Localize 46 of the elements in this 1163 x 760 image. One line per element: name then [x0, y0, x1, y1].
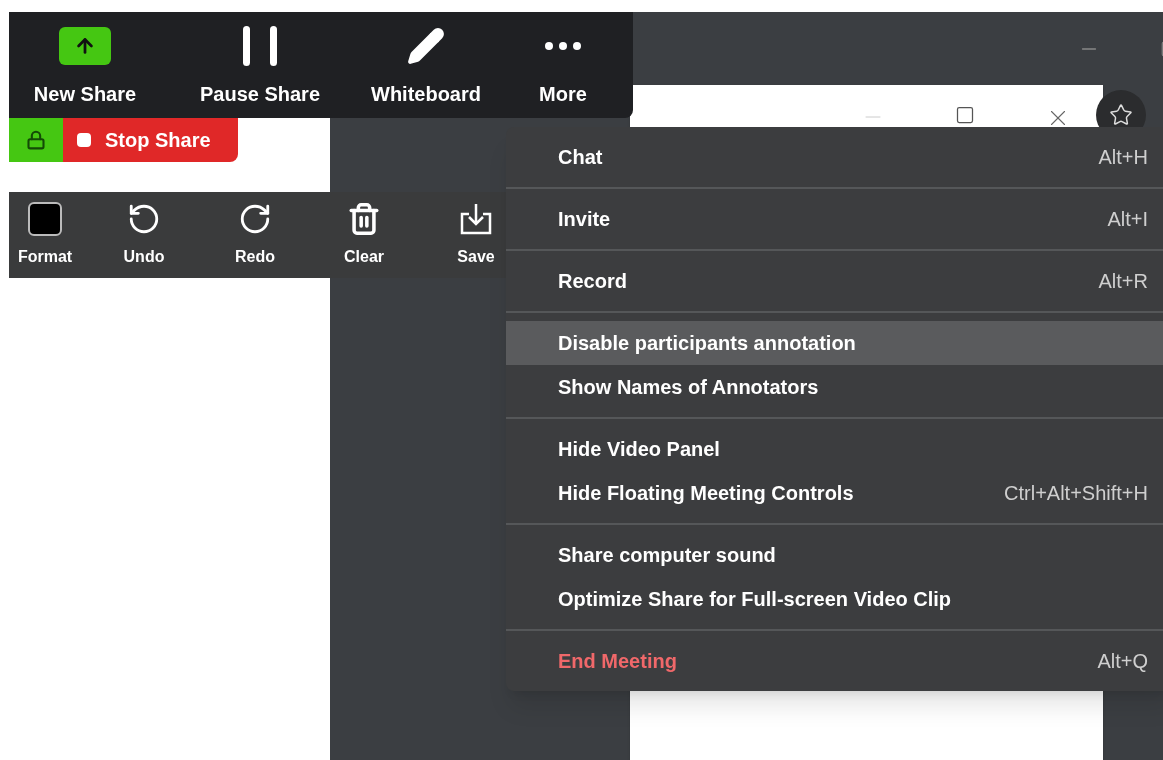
menu-item[interactable]: Optimize Share for Full-screen Video Clip: [506, 577, 1163, 621]
shortcut-text: Alt+Q: [1097, 649, 1148, 674]
pencil-icon: [406, 26, 446, 66]
more-icon: [544, 41, 582, 51]
menu-item-label: Optimize Share for Full-screen Video Clip: [558, 587, 952, 612]
menu-item[interactable]: Disable participants annotation: [506, 321, 1163, 365]
menu-item[interactable]: End Meeting Alt+Q: [506, 639, 1163, 683]
annotation-tool[interactable]: Clear: [303, 192, 425, 278]
toolbar-button[interactable]: Pause Share: [161, 12, 359, 118]
menu-item-label: Invite: [558, 207, 611, 232]
menu-item-label: Show Names of Annotators: [558, 375, 819, 400]
toolbar-button[interactable]: Whiteboard: [359, 12, 493, 118]
menu-item[interactable]: Hide Video Panel: [506, 427, 1163, 471]
menu-item-label: Chat: [558, 145, 603, 170]
menu-item[interactable]: Invite Alt+I: [506, 197, 1163, 241]
shortcut-text: Alt+H: [1098, 145, 1148, 170]
menu-item-label: Share computer sound: [558, 543, 776, 568]
annotation-tool[interactable]: Undo: [81, 192, 207, 278]
maximize-icon[interactable]: [955, 105, 975, 125]
menu-item[interactable]: Show Names of Annotators: [506, 365, 1163, 409]
stop-icon: [77, 133, 91, 147]
redo-icon: [238, 202, 272, 236]
menu-item[interactable]: Record Alt+R: [506, 259, 1163, 303]
annotation-tool[interactable]: Format: [9, 192, 81, 278]
shortcut-text: Alt+R: [1098, 269, 1148, 294]
menu-item[interactable]: Chat Alt+H: [506, 135, 1163, 179]
lock-icon: [26, 130, 46, 150]
trash-icon: [347, 202, 381, 236]
menu-item[interactable]: Share computer sound: [506, 533, 1163, 577]
shortcut-text: Alt+I: [1107, 207, 1148, 232]
annotation-tool[interactable]: Redo: [207, 192, 303, 278]
menu-item-label: End Meeting: [558, 649, 677, 674]
toolbar-button[interactable]: New Share: [9, 12, 161, 118]
star-icon[interactable]: [1109, 103, 1133, 127]
undo-icon: [127, 202, 161, 236]
stop-share-button[interactable]: Stop Share: [63, 118, 238, 162]
menu-item-label: Hide Video Panel: [558, 437, 720, 462]
menu-item-label: Hide Floating Meeting Controls: [558, 481, 854, 506]
menu-item-label: Record: [558, 269, 627, 294]
shortcut-text: Ctrl+Alt+Shift+H: [1004, 481, 1148, 506]
pause-icon: [241, 26, 279, 66]
menu-item[interactable]: Hide Floating Meeting Controls Ctrl+Alt+Shift+H: [506, 471, 1163, 515]
color-swatch-icon: [28, 202, 62, 236]
toolbar-button[interactable]: More: [493, 12, 633, 118]
save-icon: [459, 202, 493, 236]
menu-item-label: Disable participants annotation: [558, 331, 856, 356]
